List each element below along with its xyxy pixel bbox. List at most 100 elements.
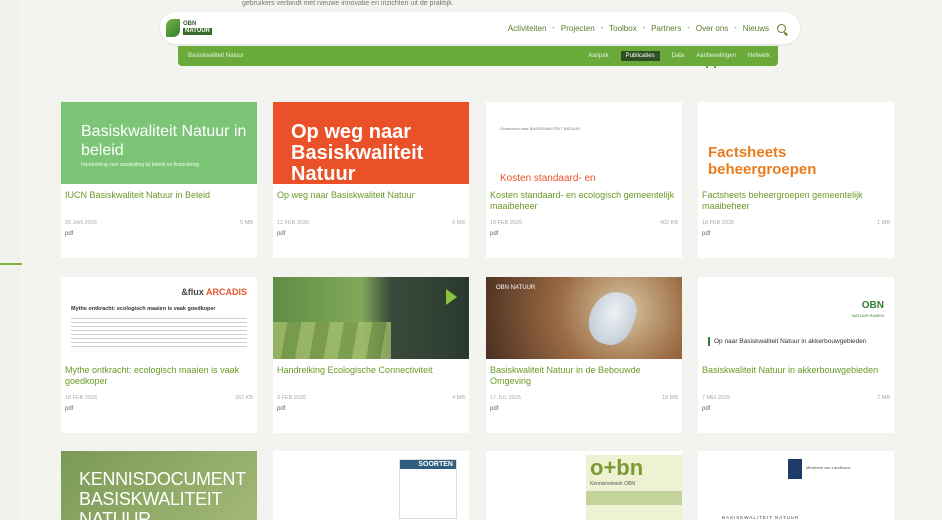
card-thumbnail: Onderzoek naar BASISKWALITEIT NATUUR Kos… xyxy=(486,102,682,184)
card-size: 2 MB xyxy=(877,395,890,401)
publication-card[interactable]: Factsheets beheergroepen Factsheets behe… xyxy=(698,102,894,258)
card-date: 18 FEB 2026 xyxy=(490,220,523,226)
card-size: 1 MB xyxy=(877,220,890,226)
card-date: 20 JAN 2026 xyxy=(65,220,97,226)
intro-text: gebruikers verbindt met nieuwe innovatie… xyxy=(242,0,454,7)
card-size: 5 MB xyxy=(240,220,253,226)
sub-navigation: Basiskwaliteit Natuur Aanpak Publicaties… xyxy=(178,46,778,66)
leaf-icon xyxy=(166,19,180,37)
card-title[interactable]: Basiskwaliteit Natuur in akkerbouwgebied… xyxy=(698,365,894,387)
nav-item-toolbox[interactable]: Toolbox xyxy=(609,24,637,33)
publication-card[interactable]: Op weg naar Basiskwaliteit Natuur Op weg… xyxy=(273,102,469,258)
nav-item-activiteiten[interactable]: Activiteiten xyxy=(508,24,547,33)
card-file-type: pdf xyxy=(490,231,499,237)
card-thumbnail: Ministerie van Landbouw BASISKWALITEIT N… xyxy=(698,451,894,520)
nav-item-nieuws[interactable]: Nieuws xyxy=(743,24,769,33)
card-thumbnail: OBN NATUUR RAMEN Op naar Basiskwaliteit N… xyxy=(698,277,894,359)
card-file-type: pdf xyxy=(490,406,499,412)
card-file-type: pdf xyxy=(277,231,286,237)
card-thumbnail: SOORTEN xyxy=(273,451,469,520)
card-title[interactable]: Handreiking Ecologische Connectiviteit xyxy=(273,365,469,387)
page-frame: gebruikers verbindt met nieuwe innovatie… xyxy=(20,0,942,520)
card-size: 402 KB xyxy=(659,220,678,226)
thumb-title: Kosten standaard- en xyxy=(500,173,596,184)
nav-menu: Activiteiten • Projecten • Toolbox • Par… xyxy=(508,12,786,44)
nav-separator: • xyxy=(687,24,690,32)
card-file-type: pdf xyxy=(277,406,286,412)
card-thumbnail: KENNISDOCUMENT BASISKWALITEIT NATUUR xyxy=(61,451,257,520)
nav-separator: • xyxy=(642,24,646,32)
thumb-title: KENNISDOCUMENT BASISKWALITEIT NATUUR xyxy=(79,469,246,520)
publication-card[interactable]: Basiskwaliteit Natuur in beleid Handreik… xyxy=(61,102,257,258)
card-date: 18 FEB 2026 xyxy=(702,220,735,226)
thumb-subtitle: Kennisnetwerk OBN xyxy=(590,481,636,487)
card-size: 4 MB xyxy=(452,395,465,401)
publication-card[interactable]: KENNISDOCUMENT BASISKWALITEIT NATUUR xyxy=(61,451,257,520)
nav-item-partners[interactable]: Partners xyxy=(651,24,681,33)
thumb-title: Mythe ontkracht: ecologisch maaien is va… xyxy=(71,306,216,312)
nav-separator: • xyxy=(552,24,555,32)
publication-card[interactable]: OBN NATUUR Basiskwaliteit Natuur in de B… xyxy=(486,277,682,433)
publication-card[interactable]: SOORTEN xyxy=(273,451,469,520)
thumb-title: BASISKWALITEIT NATUUR xyxy=(722,515,800,520)
thumb-header: Onderzoek naar BASISKWALITEIT NATUUR xyxy=(500,126,580,131)
card-date: 12 FEB 2026 xyxy=(277,220,310,226)
card-thumbnail: Factsheets beheergroepen xyxy=(698,102,894,184)
site-logo[interactable]: OBN NATUUR xyxy=(166,16,222,40)
arrow-right-icon xyxy=(446,289,457,305)
card-date: 18 FEB 2026 xyxy=(65,395,98,401)
card-title[interactable]: Basiskwaliteit Natuur in de Bebouwde Omg… xyxy=(486,365,682,387)
publication-card[interactable]: o+bn Kennisnetwerk OBN xyxy=(486,451,682,520)
subnav-tab-aanbevelingen[interactable]: Aanbevelingen xyxy=(696,53,736,59)
card-file-type: pdf xyxy=(702,231,711,237)
card-file-type: pdf xyxy=(65,231,74,237)
publication-card[interactable]: OBN NATUUR RAMEN Op naar Basiskwaliteit N… xyxy=(698,277,894,433)
card-title[interactable]: Op weg naar Basiskwaliteit Natuur xyxy=(273,190,469,212)
subnav-tab-data[interactable]: Data xyxy=(672,53,685,59)
card-title[interactable]: Kosten standaard- en ecologisch gemeente… xyxy=(486,190,682,212)
search-icon[interactable] xyxy=(777,23,786,33)
nav-item-projecten[interactable]: Projecten xyxy=(561,24,595,33)
nav-separator: • xyxy=(600,24,604,32)
card-date: 17 JUL 2025 xyxy=(490,395,521,401)
thumb-logo: OBN NATUUR xyxy=(496,285,536,291)
thumb-body-text xyxy=(71,318,247,348)
subnav-tab-netwerk[interactable]: Netwerk xyxy=(748,53,770,59)
thumb-title: Factsheets beheergroepen xyxy=(708,144,817,178)
card-thumbnail: Basiskwaliteit Natuur in beleid Handreik… xyxy=(61,102,257,184)
card-size: 6 MB xyxy=(452,220,465,226)
publication-card[interactable]: Ministerie van Landbouw BASISKWALITEIT N… xyxy=(698,451,894,520)
butterfly-image xyxy=(582,285,642,351)
subnav-tab-publicaties[interactable]: Publicaties xyxy=(620,51,660,61)
logo-line1: OBN xyxy=(183,21,197,27)
government-crest-icon xyxy=(788,459,802,479)
publication-card[interactable]: Onderzoek naar BASISKWALITEIT NATUUR Kos… xyxy=(486,102,682,258)
card-date: 7 MEI 2025 xyxy=(702,395,731,401)
card-title[interactable]: Mythe ontkracht: ecologisch maaien is va… xyxy=(61,365,257,387)
card-title[interactable]: Factsheets beheergroepen gemeentelijk ma… xyxy=(698,190,894,212)
ministry-label: Ministerie van Landbouw xyxy=(806,465,851,470)
subnav-tabs: Aanpak Publicaties Data Aanbevelingen Ne… xyxy=(576,46,770,66)
card-file-type: pdf xyxy=(65,406,74,412)
subnav-decoration xyxy=(706,64,716,68)
thumb-title: SOORTEN xyxy=(400,460,456,469)
subnav-title[interactable]: Basiskwaliteit Natuur xyxy=(188,46,244,66)
card-thumbnail-aerial-landscape xyxy=(273,277,469,359)
subnav-tab-aanpak[interactable]: Aanpak xyxy=(588,53,608,59)
logo-line2: NATUUR xyxy=(183,28,212,35)
card-title[interactable]: IUCN Basiskwaliteit Natuur in Beleid xyxy=(61,190,257,212)
thumb-title: Op naar Basiskwaliteit Natuur in akkerbo… xyxy=(708,337,866,346)
card-thumbnail: &flux ARCADIS Mythe ontkracht: ecologisc… xyxy=(61,277,257,359)
partner-logos: &flux ARCADIS xyxy=(181,287,247,297)
card-thumbnail: o+bn Kennisnetwerk OBN xyxy=(486,451,682,520)
nav-separator: • xyxy=(734,24,737,32)
card-size: 263 KB xyxy=(234,395,253,401)
publication-card[interactable]: &flux ARCADIS Mythe ontkracht: ecologisc… xyxy=(61,277,257,433)
side-accent-line xyxy=(0,263,22,265)
publication-card[interactable]: Handreiking Ecologische Connectiviteit 3… xyxy=(273,277,469,433)
thumb-title: Op weg naar Basiskwaliteit Natuur xyxy=(291,121,424,185)
card-thumbnail: Op weg naar Basiskwaliteit Natuur xyxy=(273,102,469,184)
card-file-type: pdf xyxy=(702,406,711,412)
nav-item-over-ons[interactable]: Over ons xyxy=(696,24,728,33)
card-date: 3 FEB 2026 xyxy=(277,395,307,401)
